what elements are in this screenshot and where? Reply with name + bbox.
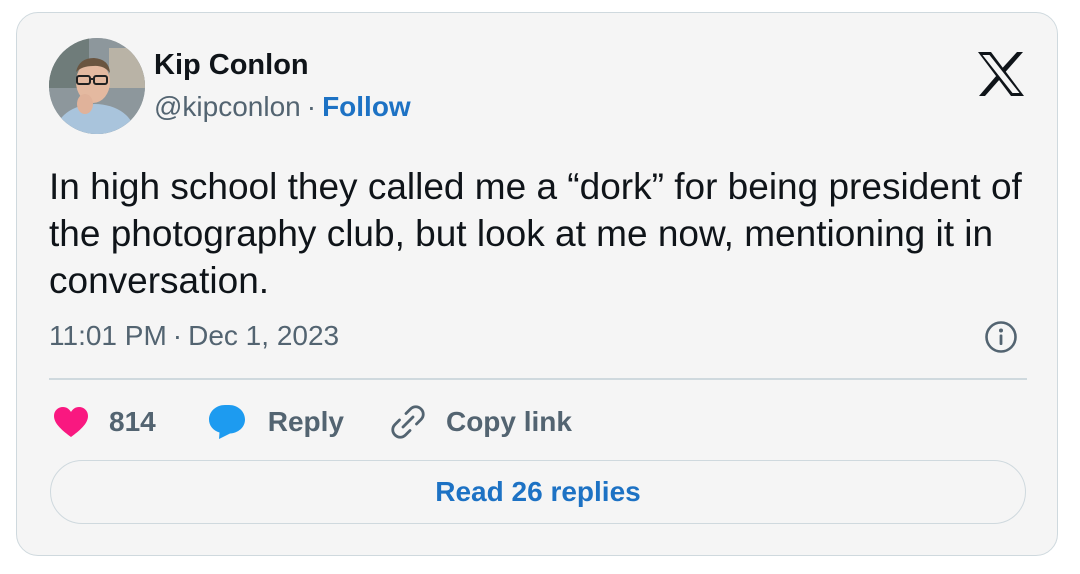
action-bar: 814 Reply Copy link xyxy=(53,402,572,442)
reply-button[interactable]: Reply xyxy=(208,404,344,440)
tweet-card: Kip Conlon @kipconlon · Follow In high sch… xyxy=(16,12,1058,556)
author-handle[interactable]: @kipconlon xyxy=(154,91,301,122)
info-icon[interactable] xyxy=(984,320,1018,354)
copy-link-label: Copy link xyxy=(445,406,572,437)
timestamp-separator: · xyxy=(172,320,183,351)
like-button[interactable]: 814 xyxy=(53,406,156,438)
tweet-date: Dec 1, 2023 xyxy=(188,320,340,351)
avatar[interactable] xyxy=(49,38,145,134)
reply-label: Reply xyxy=(267,406,344,437)
copy-link-button[interactable]: Copy link xyxy=(390,404,572,440)
read-replies-button[interactable]: Read 26 replies xyxy=(50,460,1026,524)
link-icon xyxy=(391,405,425,439)
tweet-time: 11:01 PM xyxy=(49,320,167,351)
timestamp[interactable]: 11:01 PM · Dec 1, 2023 xyxy=(49,320,339,352)
like-count: 814 xyxy=(109,406,156,437)
x-logo-icon[interactable] xyxy=(976,51,1026,97)
speech-bubble-icon xyxy=(208,405,245,439)
handle-separator: · xyxy=(306,91,317,122)
follow-button[interactable]: Follow xyxy=(322,91,411,122)
author-handle-row: @kipconlon · Follow xyxy=(154,91,411,123)
tweet-text: In high school they called me a “dork” f… xyxy=(49,166,1022,301)
heart-icon xyxy=(54,407,88,437)
author-name[interactable]: Kip Conlon xyxy=(154,49,309,82)
divider xyxy=(49,378,1027,380)
